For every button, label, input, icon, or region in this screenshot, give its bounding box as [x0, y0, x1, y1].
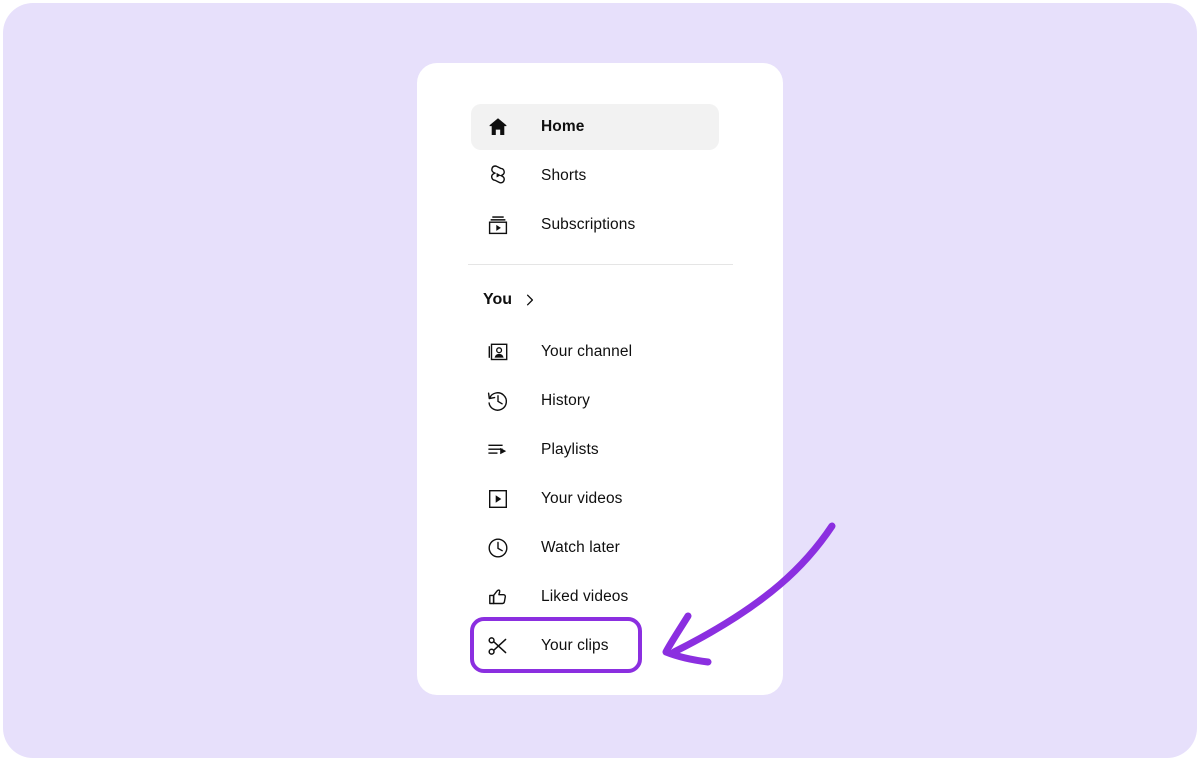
youtube-sidebar-card: Home Shorts Subscriptions You Your chann… — [417, 63, 783, 695]
sidebar-item-your-channel[interactable]: Your channel — [471, 329, 719, 375]
sidebar-item-your-videos[interactable]: Your videos — [471, 476, 719, 522]
screenshot-canvas: Home Shorts Subscriptions You Your chann… — [0, 0, 1200, 761]
sidebar-item-liked-videos[interactable]: Liked videos — [471, 574, 719, 620]
sidebar-item-home[interactable]: Home — [471, 104, 719, 150]
sidebar-item-playlists[interactable]: Playlists — [471, 427, 719, 473]
sidebar-item-label: Home — [541, 118, 585, 135]
sidebar-item-your-clips[interactable]: Your clips — [471, 623, 719, 669]
sidebar-item-label: Your videos — [541, 490, 623, 507]
sidebar-item-label: History — [541, 392, 590, 409]
sidebar-item-label: Your clips — [541, 637, 609, 654]
playlists-icon — [485, 437, 511, 463]
sidebar-item-label: Shorts — [541, 167, 587, 184]
sidebar-item-label: Playlists — [541, 441, 599, 458]
your-channel-icon — [485, 339, 511, 365]
section-divider — [468, 264, 733, 265]
history-icon — [485, 388, 511, 414]
home-icon — [485, 114, 511, 140]
you-section-title: You — [483, 291, 513, 308]
sidebar-item-label: Watch later — [541, 539, 620, 556]
your-clips-icon — [485, 633, 511, 659]
sidebar-item-subscriptions[interactable]: Subscriptions — [471, 202, 719, 248]
liked-videos-icon — [485, 584, 511, 610]
sidebar-item-label: Liked videos — [541, 588, 629, 605]
your-videos-icon — [485, 486, 511, 512]
chevron-right-icon — [523, 293, 537, 307]
subscriptions-icon — [485, 212, 511, 238]
sidebar-item-history[interactable]: History — [471, 378, 719, 424]
sidebar-item-watch-later[interactable]: Watch later — [471, 525, 719, 571]
sidebar-item-label: Your channel — [541, 343, 633, 360]
watch-later-icon — [485, 535, 511, 561]
you-section-header[interactable]: You — [483, 291, 537, 309]
sidebar-item-label: Subscriptions — [541, 216, 636, 233]
shorts-icon — [485, 163, 511, 189]
sidebar-item-shorts[interactable]: Shorts — [471, 153, 719, 199]
